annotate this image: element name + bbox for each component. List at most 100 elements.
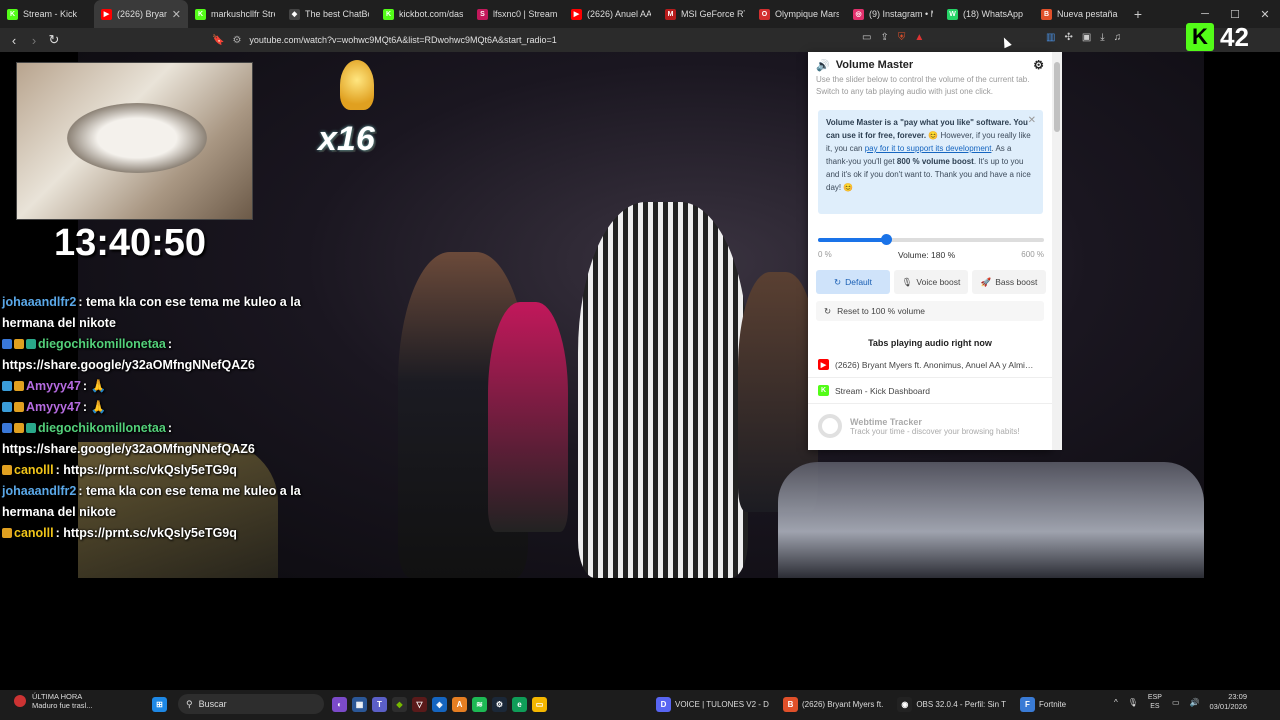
audio-mode-buttons: ↻ Default 🎙 Voice boost 🚀 Bass boost [816,270,1046,294]
app-a-icon[interactable]: A [452,696,467,712]
taskbar-date: 03/01/2026 [1209,702,1248,711]
maximize-icon[interactable]: ☐ [1220,8,1250,21]
nvidia-icon[interactable]: ◆ [392,696,407,712]
settings-gear-icon[interactable]: ⚙ [1033,58,1044,72]
taskbar-app-icon: ◉ [897,696,913,712]
back-icon[interactable]: ‹ [4,33,24,48]
mode-voice-boost-button[interactable]: 🎙 Voice boost [894,270,968,294]
chat-message: johaaandlfr2: tema kla con ese tema me k… [2,481,322,523]
promo-close-icon[interactable]: ✕ [1028,114,1036,127]
tab-title: kickbot.com/dash [399,9,463,19]
tab-close-icon[interactable]: ✕ [172,8,181,21]
copilot-icon[interactable]: ◐ [332,696,347,712]
bookmark-icon[interactable]: 🔖 [212,35,224,46]
video-person-red [488,302,568,532]
webcam-overlay [16,62,253,220]
store-icon[interactable]: ▦ [352,696,367,712]
tab-favicon-icon: ◆ [289,8,300,20]
kick-logo-icon: K [1186,23,1214,51]
forward-icon[interactable]: › [24,33,44,48]
share-icon[interactable]: ⇪ [880,32,888,43]
playing-tab-item[interactable]: K Stream - Kick Dashboard [808,378,1052,404]
volume-master-icon[interactable]: ▥ [1046,32,1055,43]
browser-tab[interactable]: Slfsxnc0 | Streamlabs [470,0,564,28]
cast-icon[interactable]: ▭ [862,32,871,43]
browser-tab[interactable]: W (18) WhatsApp [940,0,1034,28]
close-window-icon[interactable]: ✕ [1250,8,1280,21]
capcut-icon[interactable]: ▽ [412,696,427,712]
playing-tab-title: Stream - Kick Dashboard [835,385,930,396]
chat-message: Amyyy47: 🙏 [2,397,322,418]
taskbar-search[interactable]: ⚲ Buscar [178,694,324,714]
vm-promo-box: ✕ Volume Master is a "pay what you like"… [818,110,1043,214]
volume-min-label: 0 % [818,250,832,259]
music-icon[interactable]: ♫ [1114,32,1122,43]
chat-separator: : [82,400,91,414]
tab-title: (9) Instagram • M [869,9,933,19]
volume-slider[interactable] [818,234,1044,245]
browser-tab[interactable]: Kkickbot.com/dash [376,0,470,28]
tab-favicon-icon: ◎ [853,8,864,20]
new-tab-icon[interactable]: + [1128,6,1148,22]
browser-tab[interactable]: ◆ The best ChatBot [282,0,376,28]
taskbar-window-item[interactable]: ◉ OBS 32.0.4 - Perfil: Sin T [897,696,1006,712]
browser-tab[interactable]: ◎ (9) Instagram • M [846,0,940,28]
volume-slider-knob[interactable] [880,234,892,245]
chat-text: https://prnt.sc/vkQsly5eTG9q [63,526,237,540]
tab-favicon-icon: K [383,8,394,20]
chat-separator: : [78,295,86,309]
promo-pay-link[interactable]: pay for it to support its development [865,144,992,153]
chat-username: Amyyy47 [26,379,81,393]
taskbar-window-item[interactable]: D VOICE | TULONES V2 - D [656,696,769,712]
browser-tab[interactable]: K Stream - Kick [0,0,94,28]
browser-tab[interactable]: ▶ (2626) Bryant ✕ [94,0,188,28]
reset-volume-button[interactable]: ↻ Reset to 100 % volume [816,301,1044,321]
spotify-icon[interactable]: ≋ [472,696,487,712]
vm-scrollbar-thumb[interactable] [1054,62,1060,132]
browser-tab[interactable]: Kmarkushcllfr Stream [188,0,282,28]
explorer-icon[interactable]: ▭ [532,696,547,712]
url-text[interactable]: youtube.com/watch?v=wohwc9MQt6A&list=RDw… [249,35,556,45]
clock-date[interactable]: 23:09 03/01/2026 [1209,692,1247,712]
taskbar-window-label: (2626) Bryant Myers ft. [801,699,884,709]
edge-dev-icon[interactable]: ◈ [432,696,447,712]
tab-favicon-icon: ▶ [571,8,582,20]
puzzle-icon[interactable]: ✣ [1064,32,1072,43]
network-icon[interactable]: ▭ [1172,698,1180,707]
browser-tab[interactable]: ▶ (2626) Anuel AA [564,0,658,28]
webtime-tracker-promo[interactable]: Webtime Tracker Track your time - discov… [818,414,1046,438]
chat-badge-icon [2,381,12,391]
news-icon [14,695,26,707]
speaker-icon[interactable]: 🔊 [1190,698,1200,707]
browser-tab[interactable]: O Olympique Marseille [752,0,846,28]
browser-tab[interactable]: B Nueva pestaña [1034,0,1128,28]
language-indicator[interactable]: ESP ES [1148,693,1162,711]
chat-username: johaaandlfr2 [2,484,77,498]
minimize-icon[interactable]: ─ [1190,8,1220,20]
edge-icon[interactable]: e [512,696,527,712]
reload-icon[interactable]: ↻ [44,32,64,48]
steam-icon[interactable]: ⚙ [492,696,507,712]
teams-icon[interactable]: T [372,696,387,712]
brave-shield-icon[interactable]: ⛨ [898,32,906,43]
mode-bass-boost-button[interactable]: 🚀 Bass boost [972,270,1046,294]
taskbar-window-item[interactable]: B (2626) Bryant Myers ft. [782,696,884,712]
news-widget[interactable]: ÚLTIMA HORA Maduro fue trasl... [14,692,92,710]
chat-username: Amyyy47 [26,400,81,414]
brave-rewards-icon[interactable]: ▲ [914,32,924,43]
address-bar[interactable]: 🔖 ⚙ youtube.com/watch?v=wohwc9MQt6A&list… [212,30,1132,50]
vm-scrollbar[interactable] [1052,52,1062,450]
chat-badge-icon [14,402,24,412]
download-icon[interactable]: ⤓ [1100,32,1104,43]
browser-tab[interactable]: M MSI GeForce RTX [658,0,752,28]
taskbar-window-item[interactable]: F Fortnite [1019,696,1066,712]
vm-header: 🔊 Volume Master ⚙ [816,58,1044,72]
microphone-icon[interactable]: 🎙 [1128,698,1138,707]
mode-default-button[interactable]: ↻ Default [816,270,890,294]
start-button[interactable]: ⊞ [152,694,167,714]
site-info-icon[interactable]: ⚙ [232,35,241,46]
mode-icon: 🎙 [901,276,913,287]
sidebar-icon[interactable]: ▣ [1082,32,1091,43]
playing-tab-item[interactable]: ▶ (2626) Bryant Myers ft. Anonimus, Anuel… [808,352,1052,378]
tray-chevron-icon[interactable]: ^ [1114,698,1118,707]
